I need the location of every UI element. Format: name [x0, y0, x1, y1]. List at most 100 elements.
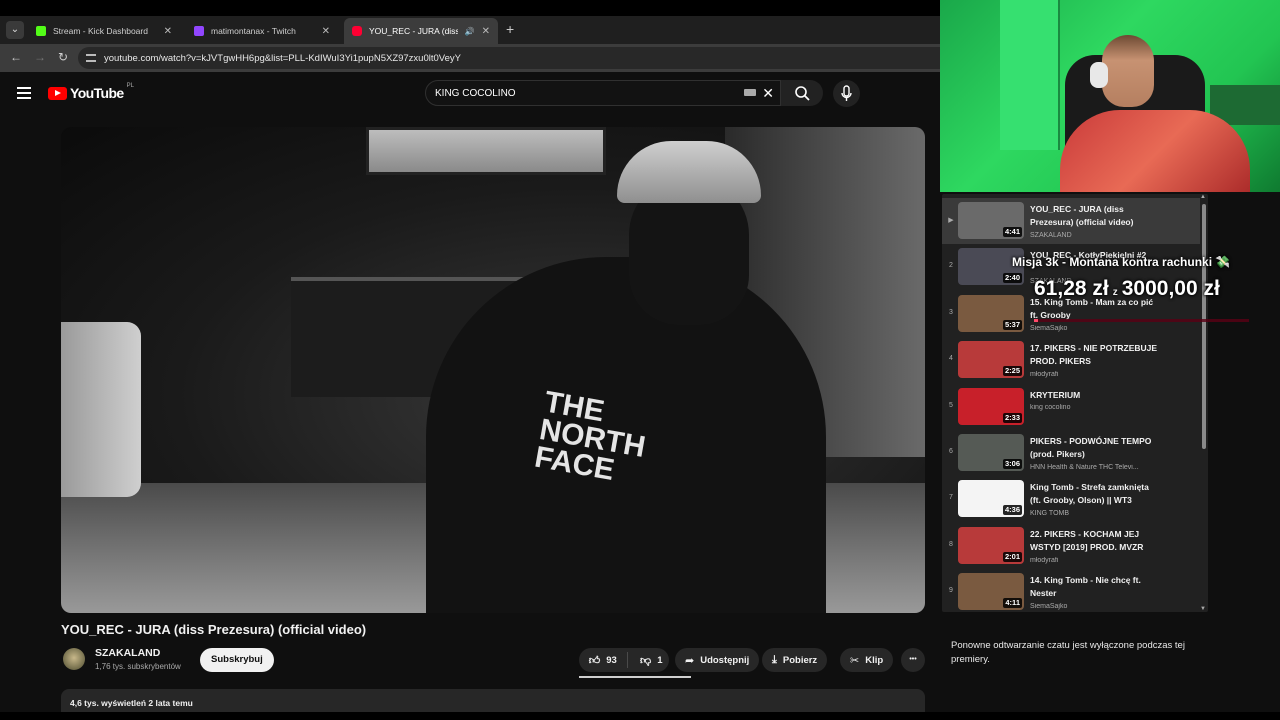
video-title: YOU_REC - JURA (diss Prezesura) (officia…	[61, 622, 367, 637]
playlist-thumbnail[interactable]: 2:01	[958, 526, 1024, 564]
scroll-up-icon[interactable]: ▲	[1200, 194, 1206, 200]
goal-title: Misja 3k - Montana kontra rachunki 💸	[1012, 255, 1231, 269]
goal-values: 61,28 zł z 3000,00 zł	[1034, 277, 1220, 301]
scroll-down-icon[interactable]: ▼	[1200, 606, 1206, 612]
url-text: youtube.com/watch?v=kJVTgwHH6pg&list=PLL…	[104, 52, 461, 64]
speaker-icon[interactable]: 🔊	[465, 27, 475, 36]
video-player[interactable]: THE NORTH FACE	[61, 127, 925, 613]
playlist-index: 2	[949, 262, 953, 270]
youtube-favicon-icon	[352, 26, 362, 36]
webcam-streamer-head	[1102, 35, 1154, 107]
tab-close-icon[interactable]: ✕	[164, 26, 172, 37]
playlist-item[interactable]: ▶ 4:41 YOU_REC - JURA (diss Prezesura) (of…	[942, 198, 1200, 244]
clip-label: Klip	[865, 654, 884, 666]
twitch-favicon-icon	[194, 26, 204, 36]
scissors-icon: ✂	[850, 654, 860, 667]
forward-arrow-icon[interactable]: →	[34, 50, 46, 64]
playlist-thumbnail[interactable]: 3:06	[958, 434, 1024, 471]
tab-close-icon[interactable]: ✕	[322, 26, 330, 37]
keyboard-icon[interactable]	[744, 89, 756, 96]
youtube-header: YouTube PL KING COCOLINO ✕	[0, 72, 940, 118]
views-and-date: 4,6 tys. wyświetleń 2 lata temu	[70, 698, 193, 708]
like-dislike-group: 👍︎ 93 👎︎ 1	[579, 648, 669, 672]
search-button[interactable]	[781, 80, 823, 106]
bottom-bar	[0, 712, 1280, 720]
logo-text: YouTube	[70, 85, 124, 101]
more-actions-button[interactable]: •••	[901, 648, 925, 672]
playlist-title: YOU_REC - JURA (diss Prezesura) (officia…	[1030, 204, 1134, 227]
goal-target: 3000,00 zł	[1121, 277, 1220, 300]
playlist-item[interactable]: 7 4:36 King Tomb - Strefa zamknięta (ft. G…	[942, 476, 1200, 522]
tab-twitch[interactable]: matimontanax - Twitch ✕	[186, 18, 338, 44]
playlist-thumbnail[interactable]: 2:33	[958, 387, 1024, 425]
download-label: Pobierz	[782, 654, 818, 666]
playlist-thumbnail[interactable]: 4:36	[958, 480, 1024, 518]
duration-badge: 2:01	[1002, 551, 1022, 562]
playlist-channel: SiemaSajko	[1030, 324, 1068, 332]
tab-kick-dashboard[interactable]: Stream - Kick Dashboard ✕	[28, 18, 180, 44]
share-button[interactable]: ➦ Udostępnij	[675, 648, 760, 672]
clip-button[interactable]: ✂ Klip	[840, 648, 894, 672]
dislike-count: 1	[657, 654, 663, 666]
playlist-item[interactable]: 4 2:25 17. PIKERS - NIE POTRZEBUJE PROD. P…	[942, 337, 1200, 383]
playlist-title: 22. PIKERS - KOCHAM JEJ WSTYD [2019] PRO…	[1030, 528, 1144, 552]
duration-badge: 4:11	[1003, 598, 1022, 609]
playlist-title: 17. PIKERS - NIE POTRZEBUJE PROD. PIKERS	[1030, 343, 1158, 367]
clear-search-icon[interactable]: ✕	[762, 85, 774, 102]
country-code: PL	[126, 83, 134, 89]
voice-search-button[interactable]	[833, 80, 860, 107]
playlist-thumbnail[interactable]: 2:25	[958, 341, 1024, 379]
menu-icon[interactable]	[17, 87, 31, 99]
playlist-item[interactable]: 9 4:11 14. King Tomb - Nie chcę ft. Nester…	[942, 569, 1200, 612]
search-icon	[795, 86, 810, 101]
back-arrow-icon[interactable]: ←	[10, 50, 22, 64]
dislike-button[interactable]: 👎︎ 1	[634, 654, 669, 667]
subscribe-button[interactable]: Subskrybuj	[200, 648, 274, 672]
thumbs-down-icon: 👎︎	[640, 654, 652, 667]
hoodie-logo: THE NORTH FACE	[532, 385, 648, 487]
playlist-thumbnail[interactable]: 4:41	[958, 202, 1024, 239]
playlist-channel: młodyrafi	[1030, 556, 1059, 564]
download-icon: ⤓	[772, 653, 777, 666]
playlist-title: KRYTERIUM	[1030, 389, 1081, 400]
channel-name[interactable]: SZAKALAND	[95, 647, 160, 659]
like-count: 93	[606, 654, 617, 666]
channel-actions-row: SZAKALAND 1,76 tys. subskrybentów Subskr…	[61, 645, 925, 678]
reload-icon[interactable]: ↻	[58, 50, 68, 64]
tab-close-icon[interactable]: ✕	[482, 26, 490, 37]
video-speaker-box	[61, 322, 141, 497]
address-bar: ← → ↻ youtube.com/watch?v=kJVTgwHH6pg&li…	[0, 44, 940, 72]
playlist-index: 6	[949, 448, 953, 455]
playlist-thumbnail[interactable]: 4:11	[958, 573, 1024, 611]
tab-title: matimontanax - Twitch	[211, 26, 296, 36]
download-button[interactable]: ⤓ Pobierz	[762, 648, 828, 672]
playlist-title: King Tomb - Strefa zamknięta (ft. Grooby…	[1030, 482, 1149, 506]
playlist-item[interactable]: 6 3:06 PIKERS - PODWÓJNE TEMPO (prod. Pike…	[942, 430, 1200, 476]
tab-youtube[interactable]: YOU_REC - JURA (diss Prezesura) (officia…	[344, 18, 498, 44]
subscriber-count: 1,76 tys. subskrybentów	[95, 662, 181, 671]
new-tab-button[interactable]: +	[506, 21, 514, 37]
playlist-item[interactable]: 8 2:01 22. PIKERS - KOCHAM JEJ WSTYD [2019…	[942, 523, 1200, 569]
url-field[interactable]: youtube.com/watch?v=kJVTgwHH6pg&list=PLL…	[78, 47, 940, 69]
playlist-item[interactable]: 5 2:33 KRYTERIUM king cocolino	[942, 384, 1200, 430]
playlist-index: 8	[949, 540, 953, 548]
youtube-logo[interactable]: YouTube PL	[48, 83, 134, 101]
search-value: KING COCOLINO	[435, 87, 516, 99]
tab-search-button[interactable]: ⌄	[6, 21, 24, 39]
focus-underline	[579, 676, 691, 678]
donation-goal-overlay: Misja 3k - Montana kontra rachunki 💸 61,…	[1012, 255, 1257, 325]
playlist-channel: KING TOMB	[1030, 510, 1070, 518]
share-label: Udostępnij	[700, 654, 750, 666]
scrollbar-thumb[interactable]	[1202, 204, 1206, 449]
goal-separator: z	[1112, 287, 1118, 298]
kick-favicon-icon	[36, 26, 46, 36]
site-info-icon[interactable]	[86, 54, 96, 62]
playlist-title: 14. King Tomb - Nie chcę ft. Nester	[1030, 575, 1141, 599]
like-button[interactable]: 👍︎ 93	[579, 652, 628, 668]
video-monitor	[366, 127, 606, 175]
webcam-overlay	[940, 0, 1280, 192]
channel-avatar[interactable]	[63, 648, 85, 670]
duration-badge: 3:06	[1002, 459, 1022, 469]
playlist-channel: HNN Health & Nature THC Televi...	[1030, 464, 1139, 471]
search-input[interactable]: KING COCOLINO ✕	[425, 80, 781, 106]
